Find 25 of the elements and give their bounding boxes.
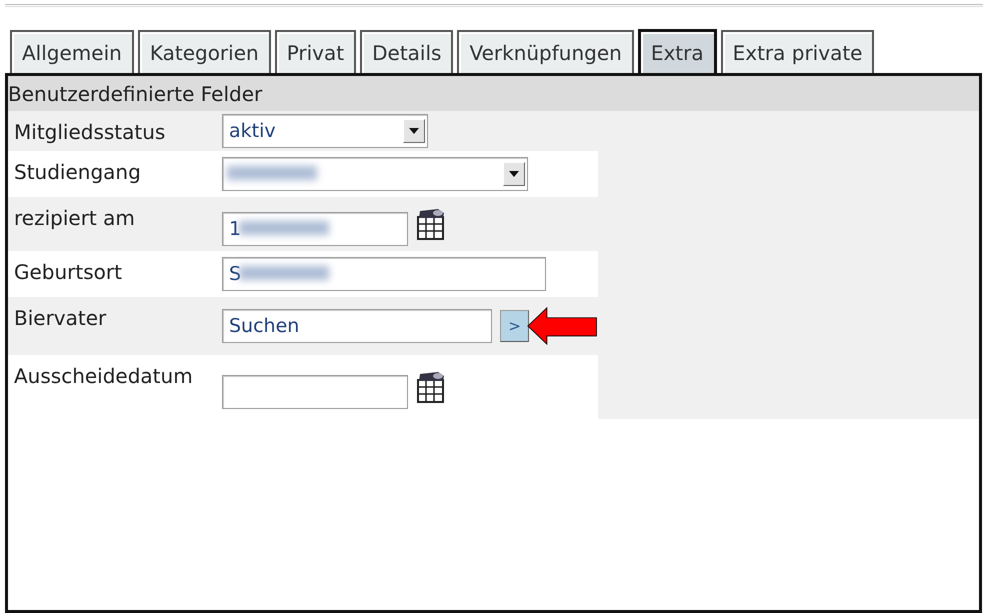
calendar-icon[interactable] [416,207,446,241]
input-field[interactable] [222,375,408,409]
input-field[interactable]: S [222,257,546,291]
field-label: Geburtsort [14,260,122,284]
tab[interactable]: Extra [638,29,717,73]
dropdown[interactable]: aktiv [222,114,428,148]
calendar-icon[interactable] [416,370,446,404]
dropdown[interactable] [222,157,528,191]
tab[interactable]: Details [360,30,454,73]
field-label: rezipiert am [14,206,135,230]
tab[interactable]: Kategorien [138,30,271,73]
search-button[interactable]: > [500,310,529,342]
field-label: Biervater [14,306,106,330]
input-field[interactable]: 1 [222,212,408,246]
input-field[interactable]: Suchen [222,309,492,343]
field-label: Studiengang [14,160,141,184]
field-label: Mitgliedsstatus [14,120,166,144]
tab[interactable]: Privat [274,30,356,73]
tab[interactable]: Extra private [720,30,874,73]
tab[interactable]: Allgemein [10,30,134,73]
field-label: Ausscheidedatum [14,364,193,388]
tab[interactable]: Verknüpfungen [457,30,634,73]
section-title: Benutzerdefinierte Felder [8,82,262,106]
caret-icon [509,171,519,177]
caret-icon [409,128,419,134]
